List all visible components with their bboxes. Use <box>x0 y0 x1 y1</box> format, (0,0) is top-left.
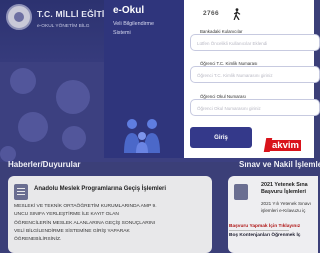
tc-number-field[interactable] <box>190 66 320 83</box>
exam-title[interactable]: 2021 Yetenek Sına Başvuru İşlemleri <box>261 182 308 196</box>
news-body: MESLEKİ VE TEKNİK ORTAÖĞRETİM KURUMLARIN… <box>14 203 208 244</box>
exam-description-line: işlemleri e-Kılavuzu iç <box>261 208 306 213</box>
eokul-subtitle: Veli Bilgilendirme Sistemi <box>113 20 154 38</box>
family-illustration-icon <box>124 119 160 153</box>
school-number-field[interactable] <box>190 99 320 116</box>
decor-circle-icon <box>56 80 90 114</box>
eokul-subtitle-line: Sistemi <box>113 30 131 36</box>
document-icon <box>234 184 248 200</box>
school-number-input[interactable] <box>197 103 307 113</box>
ministry-logo-icon <box>6 4 32 30</box>
ministry-title: T.C. MİLLİ EĞİTİM <box>37 9 112 19</box>
document-icon <box>14 184 28 200</box>
login-form-panel: 2766 Bankadaki Kulanıcılar Öğrenci T.C. … <box>184 0 320 158</box>
person-walking-icon <box>233 8 241 20</box>
news-section-title: Haberler/Duyurular <box>8 160 81 169</box>
exam-title-line: Başvuru İşlemleri <box>261 189 306 195</box>
apply-link[interactable]: Başvuru Yapmak İçin Tıklayınız <box>229 224 300 229</box>
news-body-line: ÖĞRENEBİLİRSİNİZ. <box>14 237 62 243</box>
login-button[interactable]: Giriş <box>190 127 252 148</box>
exam-card[interactable]: 2021 Yetenek Sına Başvuru İşlemleri 2021… <box>228 176 318 253</box>
exam-section-title: Sınav ve Nakil İşlemleri <box>239 160 320 169</box>
ministry-subtitle: e-OKUL YÖNETİM BİLG <box>37 24 90 29</box>
eokul-title: e-Okul <box>113 5 145 16</box>
eokul-subtitle-line: Veli Bilgilendirme <box>113 21 155 27</box>
decor-circle-icon <box>62 126 86 150</box>
header-number: 2766 <box>203 10 220 17</box>
user-field[interactable] <box>190 34 320 51</box>
modal-brand-panel: e-Okul Veli Bilgilendirme Sistemi <box>104 0 184 158</box>
news-body-line: ÖĞRENCİLERİN MESLEK ALANLARINA GEÇİŞ SON… <box>14 220 156 226</box>
exam-description-line: 2021 Yılı Yetenek Sınavı <box>261 201 311 206</box>
news-body-line: MESLEKİ VE TEKNİK ORTAÖĞRETİM KURUMLARIN… <box>14 204 157 209</box>
decor-circle-icon <box>18 112 48 142</box>
divider <box>229 230 289 231</box>
user-input[interactable] <box>197 38 307 48</box>
exam-title-line: 2021 Yetenek Sına <box>261 182 308 188</box>
watermark-logo: akvim <box>270 140 301 151</box>
news-card[interactable]: Anadolu Meslek Programlarına Geçiş İşlem… <box>8 176 212 253</box>
decor-circle-icon <box>10 68 36 94</box>
exam-description: 2021 Yılı Yetenek Sınavı işlemleri e-Kıl… <box>261 200 311 214</box>
quota-link[interactable]: Boş Kontenjanları Öğrenmek İç <box>229 233 300 238</box>
news-body-line: UNCU SINIFA YERLEŞTİRME İLE KAYIT OLAN <box>14 212 119 218</box>
news-title[interactable]: Anadolu Meslek Programlarına Geçiş İşlem… <box>34 186 166 192</box>
news-body-line: VELİ BİLGİLENDİRME SİSTEMİNE GİRİŞ YAPAR… <box>14 228 130 234</box>
tc-number-input[interactable] <box>197 70 307 80</box>
